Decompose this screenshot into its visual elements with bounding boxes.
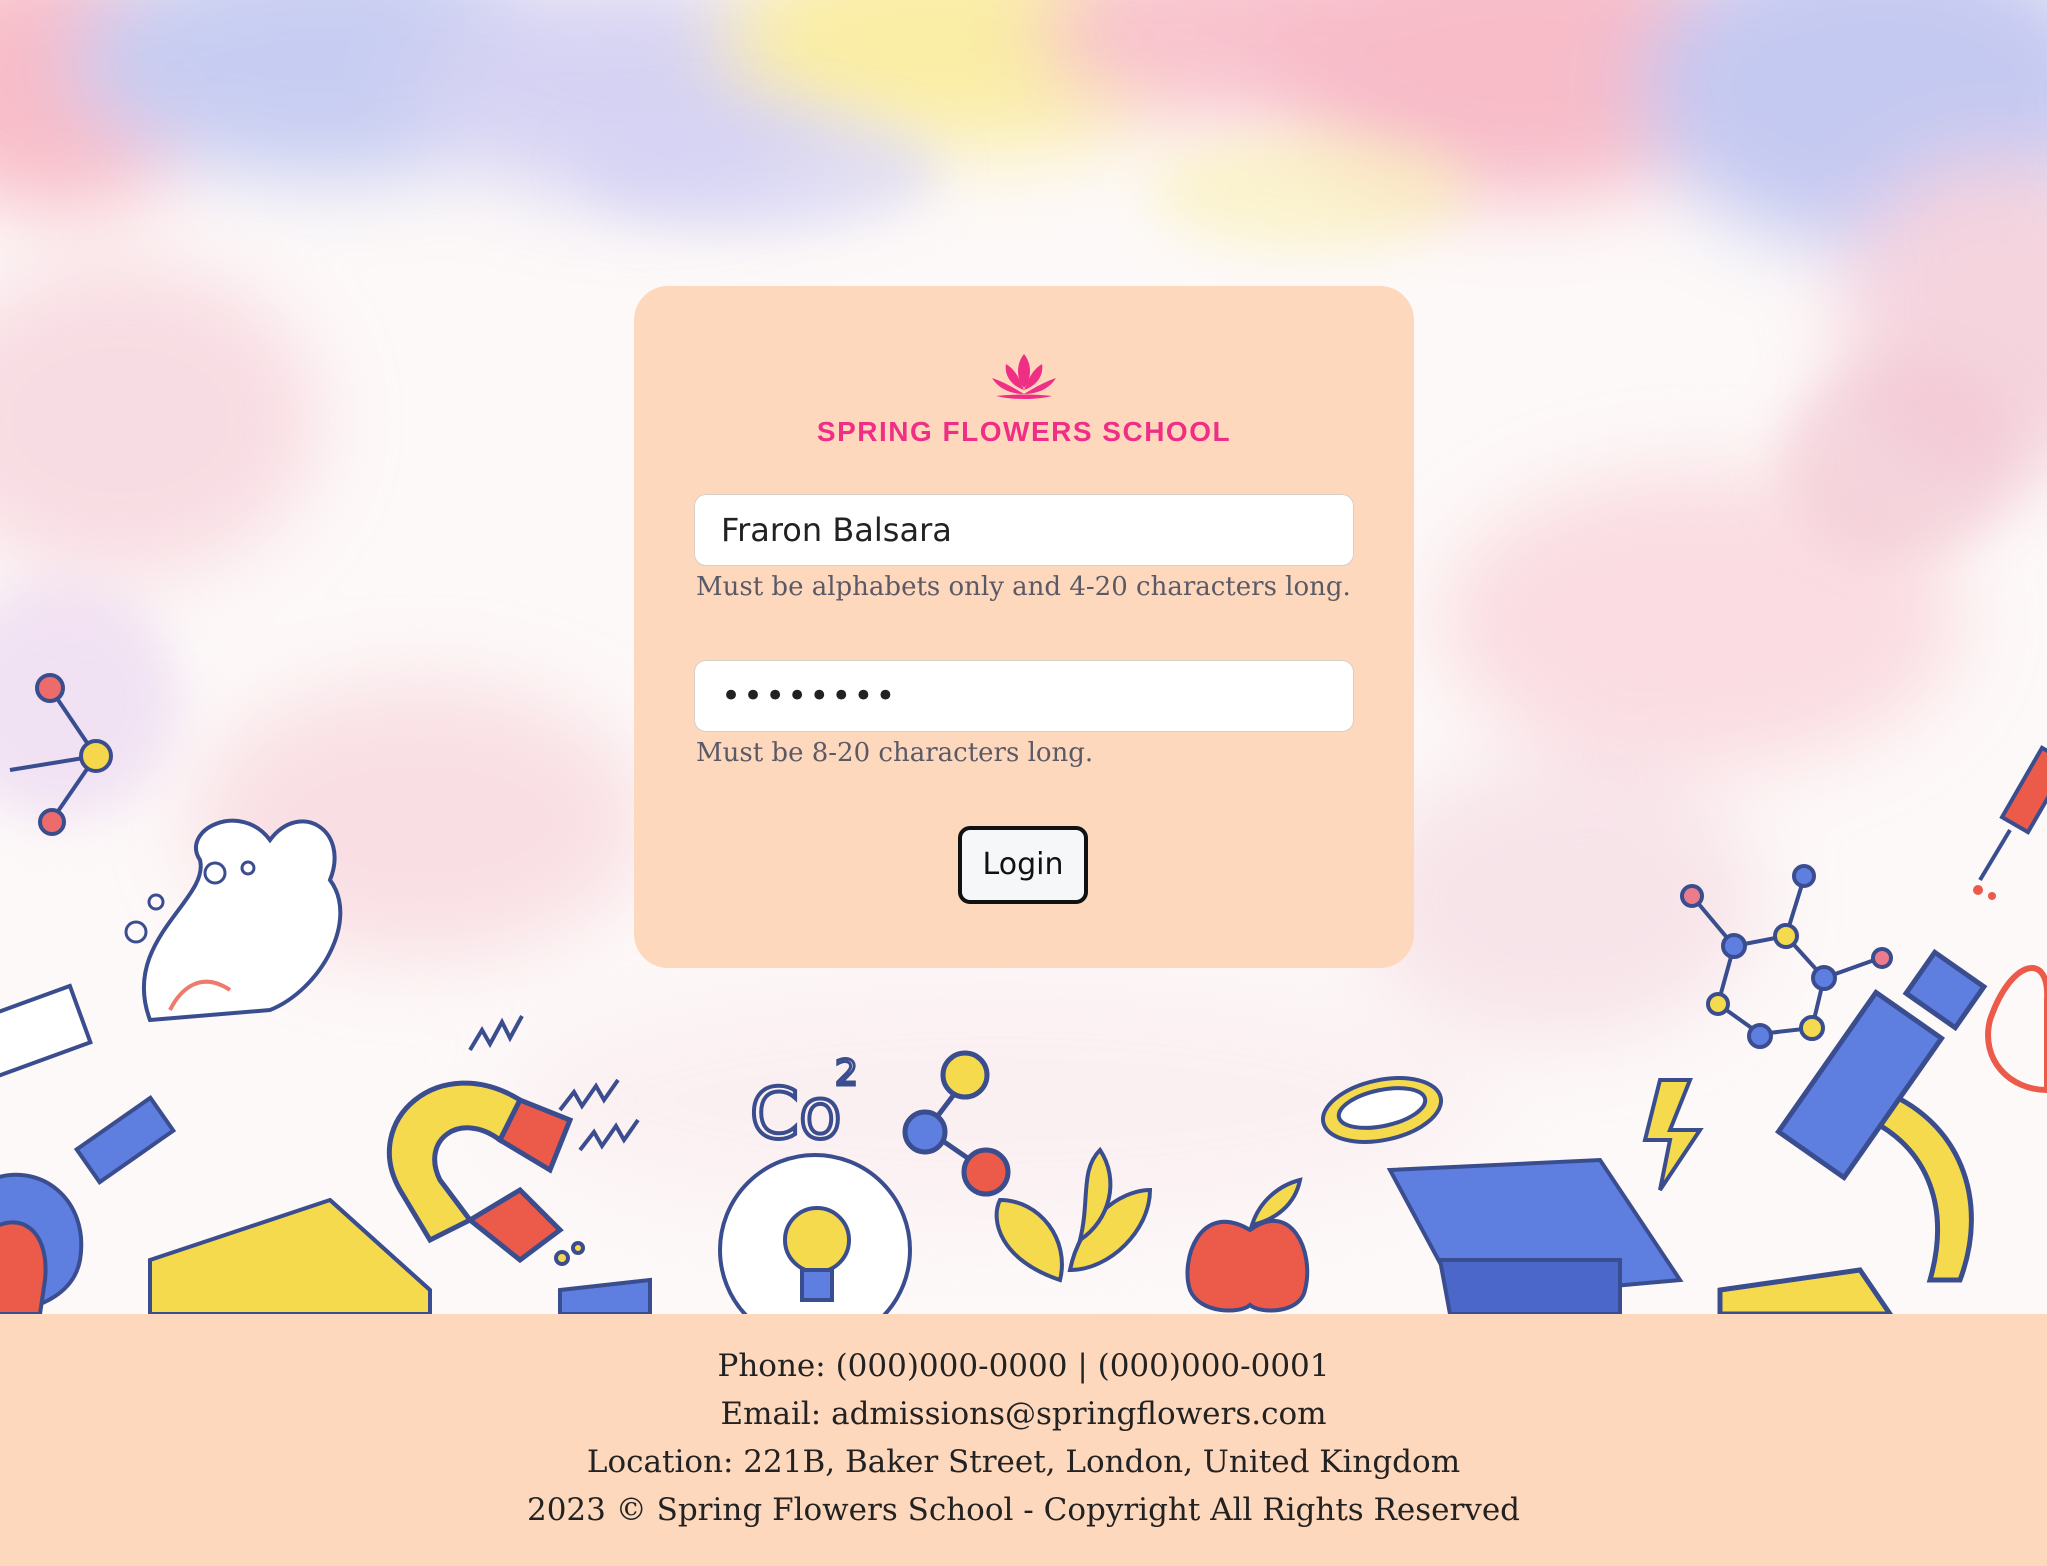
school-name: SPRING FLOWERS SCHOOL: [816, 416, 1232, 447]
svg-text:Co: Co: [750, 1073, 842, 1155]
password-input[interactable]: ••••••••: [694, 660, 1354, 732]
password-hint: Must be 8-20 characters long.: [696, 738, 1094, 768]
footer: Phone: (000)000-0000 | (000)000-0001 Ema…: [0, 1314, 2047, 1566]
username-input[interactable]: Fraron Balsara: [694, 494, 1354, 566]
footer-location: Location: 221B, Baker Street, London, Un…: [586, 1444, 1461, 1480]
username-hint: Must be alphabets only and 4-20 characte…: [696, 572, 1351, 602]
lotus-icon: [988, 354, 1060, 406]
footer-copyright: 2023 © Spring Flowers School - Copyright…: [526, 1492, 1521, 1528]
login-button[interactable]: Login: [958, 826, 1088, 904]
footer-phone: Phone: (000)000-0000 | (000)000-0001: [717, 1348, 1330, 1384]
login-card: SPRING FLOWERS SCHOOL Fraron Balsara Mus…: [634, 286, 1414, 968]
footer-email: Email: admissions@springflowers.com: [720, 1396, 1327, 1432]
svg-text:2: 2: [835, 1053, 858, 1094]
school-logo: [634, 350, 1414, 406]
login-page: Co 2 SPRING FLOWERS SCHOOL Fraron Balsar…: [0, 0, 2047, 1566]
